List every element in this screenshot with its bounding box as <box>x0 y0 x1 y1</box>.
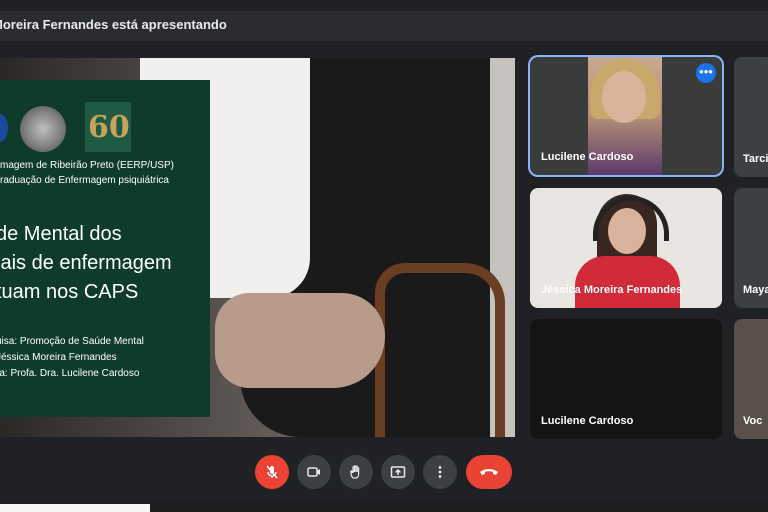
globe-logo <box>20 106 66 152</box>
slide-panel: 60 magem de Ribeirão Preto (EERP/USP) ra… <box>0 80 210 417</box>
participant-name: Voc <box>743 415 763 427</box>
participant-name: Maya <box>743 284 768 296</box>
raise-hand-button[interactable] <box>339 455 373 489</box>
present-button[interactable] <box>381 455 415 489</box>
participant-name: Jéssica Moreira Fernandes <box>541 284 683 296</box>
camera-button[interactable] <box>297 455 331 489</box>
taskbar-edge <box>0 502 768 512</box>
call-controls <box>0 447 768 502</box>
participant-name: Tarci <box>743 153 768 165</box>
participant-name: Lucilene Cardoso <box>541 415 634 427</box>
participant-tile-partial[interactable]: Maya <box>734 188 768 308</box>
more-options-button[interactable] <box>423 455 457 489</box>
camera-icon <box>307 467 320 477</box>
hand-icon <box>350 465 360 479</box>
shared-screen: 60 magem de Ribeirão Preto (EERP/USP) ra… <box>0 58 515 437</box>
participant-tile[interactable]: Jéssica Moreira Fernandes <box>530 188 722 308</box>
slide-logos: 60 <box>0 100 210 152</box>
more-vert-icon <box>438 466 442 478</box>
top-bar: Moreira Fernandes está apresentando <box>0 0 768 46</box>
slide-credits: uisa: Promoção de Saúde Mental Jéssica M… <box>0 336 144 379</box>
mic-off-icon <box>266 465 278 479</box>
anniversary-logo: 60 <box>85 102 131 152</box>
participant-name: Lucilene Cardoso <box>541 151 634 163</box>
present-icon <box>390 466 406 478</box>
end-call-button[interactable] <box>466 455 512 489</box>
more-options-icon[interactable]: ••• <box>696 63 716 83</box>
participant-tile[interactable]: ••• Lucilene Cardoso <box>530 57 722 175</box>
participant-tile[interactable]: Lucilene Cardoso <box>530 319 722 439</box>
mic-off-button[interactable] <box>255 455 289 489</box>
slide-institution: magem de Ribeirão Preto (EERP/USP) radua… <box>0 160 174 186</box>
participant-tile-partial[interactable]: Tarci <box>734 57 768 177</box>
presenting-label: Moreira Fernandes está apresentando <box>0 17 227 32</box>
participant-tile-partial[interactable]: Voc <box>734 319 768 439</box>
end-call-icon <box>480 469 498 475</box>
university-logo <box>0 114 8 142</box>
slide-title: de Mental dos iais de enfermagem tuam no… <box>0 223 172 303</box>
